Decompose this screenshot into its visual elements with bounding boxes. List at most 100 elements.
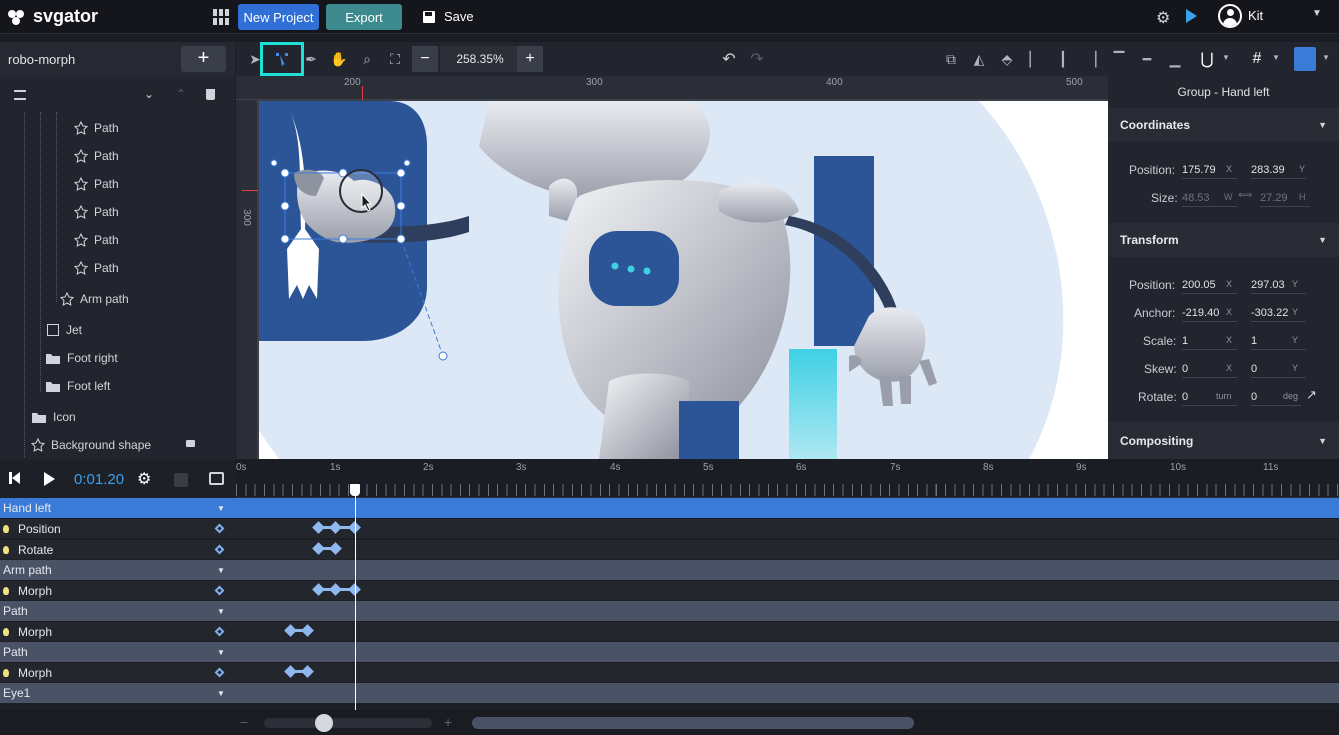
align-middle-icon[interactable]: ━ [1138, 50, 1156, 68]
add-keyframe-icon[interactable] [214, 523, 225, 534]
align-top-icon[interactable]: ▔ [1110, 50, 1128, 68]
grid-dropdown-icon[interactable]: ▼ [1272, 53, 1280, 62]
layer-path[interactable]: Path [74, 254, 119, 282]
add-keyframe-icon[interactable] [214, 544, 225, 555]
layer-path[interactable]: Path [74, 226, 119, 254]
layer-background-shape[interactable]: Background shape [31, 431, 151, 459]
record-keyframe-icon[interactable] [174, 473, 188, 487]
timeline-scrollbar[interactable] [472, 717, 914, 729]
fit-screen-icon[interactable]: ⛶ [386, 50, 404, 68]
track-morph[interactable]: Morph [0, 621, 1339, 641]
layer-path[interactable]: Path [74, 170, 119, 198]
export-button[interactable]: Export [326, 4, 402, 30]
layer-jet[interactable]: Jet [46, 316, 82, 344]
track-rotate[interactable]: Rotate [0, 539, 1339, 559]
track-arm-path[interactable]: Arm path ▼ [0, 560, 1339, 580]
canvas-area[interactable]: 200 300 400 500 300 [236, 76, 1108, 459]
transform-section-header[interactable]: Transform ▼ [1108, 223, 1339, 257]
position-y-input[interactable]: 283.39 [1251, 164, 1306, 179]
track-hand-left[interactable]: Hand left ▼ [0, 498, 1339, 518]
track-morph[interactable]: Morph [0, 662, 1339, 682]
flip-horizontal-icon[interactable]: ◭ [970, 50, 988, 68]
playhead-handle[interactable] [350, 484, 360, 496]
layer-path[interactable]: Path [74, 142, 119, 170]
app-logo[interactable]: svgator [6, 6, 98, 27]
track-morph[interactable]: Morph [0, 580, 1339, 600]
artboard[interactable] [259, 101, 1108, 459]
playhead-line[interactable] [355, 488, 356, 710]
bulb-icon[interactable] [3, 586, 9, 595]
track-eye1[interactable]: Eye1 ▼ [0, 683, 1339, 703]
grid-icon[interactable]: # [1248, 50, 1266, 68]
easing-panel-icon[interactable] [209, 472, 224, 485]
timeline-ruler[interactable]: 0s 1s 2s 3s 4s 5s 6s 7s 8s 9s 10s 11s [236, 460, 1339, 498]
time-tick: 7s [890, 462, 901, 473]
magnet-snap-icon[interactable]: ⋃ [1198, 50, 1216, 68]
bulb-icon[interactable] [3, 668, 9, 677]
layer-sort-icon[interactable] [14, 90, 26, 100]
redo-icon[interactable]: ↷ [748, 50, 766, 68]
snap-dropdown-icon[interactable]: ▼ [1222, 53, 1230, 62]
track-dropdown-icon[interactable]: ▼ [217, 648, 225, 657]
avatar[interactable] [1218, 4, 1242, 28]
link-ratio-icon[interactable]: ⟺ [1238, 190, 1252, 201]
layer-arm-path[interactable]: Arm path [60, 285, 129, 313]
new-project-button[interactable]: New Project [238, 4, 319, 30]
zoom-in-button[interactable]: + [517, 46, 543, 72]
bulb-icon[interactable] [3, 524, 9, 533]
lock-icon[interactable] [186, 440, 195, 447]
compositing-section-header[interactable]: Compositing ▼ [1108, 422, 1339, 459]
add-keyframe-icon[interactable] [214, 626, 225, 637]
user-menu-chevron-icon[interactable]: ▼ [1312, 8, 1322, 19]
track-dropdown-icon[interactable]: ▼ [217, 689, 225, 698]
zoom-level[interactable]: 258.35% [440, 46, 520, 72]
align-bottom-icon[interactable]: ▁ [1166, 50, 1184, 68]
project-name[interactable]: robo-morph [8, 52, 75, 67]
align-center-icon[interactable]: ┃ [1054, 50, 1072, 68]
timeline-zoom-knob[interactable] [315, 714, 333, 732]
track-dropdown-icon[interactable]: ▼ [217, 504, 225, 513]
undo-icon[interactable]: ↶ [720, 50, 738, 68]
timeline-settings-icon[interactable]: ⚙ [137, 469, 151, 489]
bulb-icon[interactable] [3, 627, 9, 636]
apps-grid-icon[interactable] [213, 9, 229, 25]
settings-gear-icon[interactable]: ⚙ [1156, 8, 1170, 28]
current-time[interactable]: 0:01.20 [74, 471, 124, 488]
align-left-icon[interactable]: ▏ [1026, 50, 1044, 68]
zoom-out-button[interactable]: − [412, 46, 438, 72]
zoom-in-timeline-icon[interactable]: + [444, 714, 452, 730]
zoom-area-icon[interactable]: ⌕ [358, 50, 376, 68]
play-preview-icon[interactable] [1186, 9, 1197, 23]
add-keyframe-icon[interactable] [214, 585, 225, 596]
track-path[interactable]: Path ▼ [0, 642, 1339, 662]
group-icon[interactable]: ⧉ [942, 50, 960, 68]
move-up-icon[interactable]: ⌃ [176, 87, 186, 101]
align-right-icon[interactable]: ▕ [1082, 50, 1100, 68]
bulb-icon[interactable] [3, 545, 9, 554]
layer-path[interactable]: Path [74, 114, 119, 142]
timeline-zoom-slider[interactable] [264, 718, 432, 728]
node-select-button[interactable] [260, 42, 304, 76]
layer-path[interactable]: Path [74, 198, 119, 226]
track-dropdown-icon[interactable]: ▼ [217, 566, 225, 575]
hand-pan-icon[interactable]: ✋ [330, 50, 348, 68]
add-keyframe-icon[interactable] [214, 667, 225, 678]
ruler-toggle-icon[interactable] [1294, 47, 1316, 71]
track-dropdown-icon[interactable]: ▼ [217, 607, 225, 616]
trash-icon[interactable] [206, 89, 215, 100]
layer-foot-left[interactable]: Foot left [45, 372, 110, 400]
rotate-path-icon[interactable]: ↗ [1306, 387, 1317, 403]
track-path[interactable]: Path ▼ [0, 601, 1339, 621]
pen-tool-icon[interactable]: ✒ [302, 50, 320, 68]
add-layer-button[interactable]: + [181, 46, 226, 72]
zoom-out-timeline-icon[interactable]: − [240, 714, 248, 730]
save-button[interactable]: Save [422, 9, 474, 24]
layer-icon[interactable]: Icon [31, 403, 76, 431]
collapse-chevron-icon[interactable]: ⌄ [144, 87, 154, 101]
play-icon[interactable] [44, 472, 55, 486]
track-position[interactable]: Position [0, 518, 1339, 538]
ruler-dropdown-icon[interactable]: ▼ [1322, 53, 1330, 62]
coordinates-section-header[interactable]: Coordinates ▼ [1108, 108, 1339, 142]
flip-vertical-icon[interactable]: ⬘ [998, 50, 1016, 68]
layer-foot-right[interactable]: Foot right [45, 344, 118, 372]
